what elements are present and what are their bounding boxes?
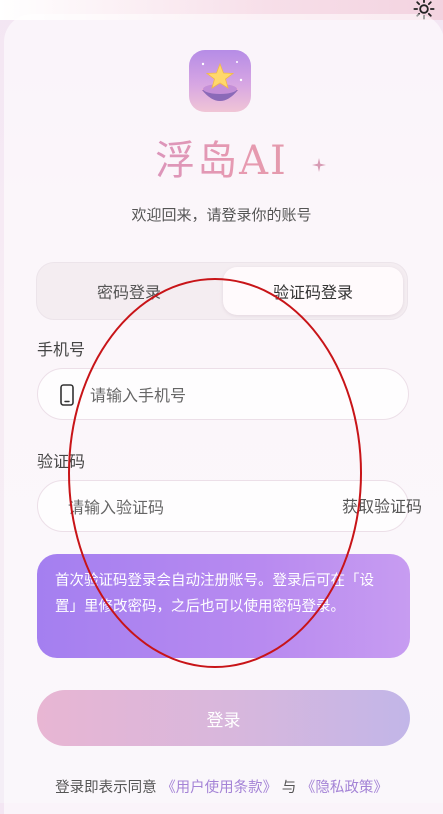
login-mode-tabs: 密码登录 验证码登录 [36,262,408,320]
privacy-link[interactable]: 《隐私政策》 [301,780,388,796]
floating-island-star-logo-icon [201,61,243,101]
code-input[interactable] [66,494,330,520]
tab-password-login[interactable]: 密码登录 [41,267,217,315]
phone-icon [60,384,74,406]
brand-title: 浮岛AI [0,128,443,186]
phone-label: 手机号 [37,340,86,359]
auto-register-notice: 首次验证码登录会自动注册账号。登录后可在「设置」里修改密码，之后也可以使用密码登… [37,554,410,658]
get-code-button[interactable]: 获取验证码 [342,493,422,517]
sparkle-icon [312,158,326,172]
code-label: 验证码 [37,452,86,471]
phone-input[interactable] [88,382,392,408]
tab-code-login[interactable]: 验证码登录 [223,267,403,315]
terms-link[interactable]: 《用户使用条款》 [161,780,277,796]
agreement-prefix: 登录即表示同意 [55,780,157,796]
phone-field [37,368,409,420]
welcome-text: 欢迎回来，请登录你的账号 [131,206,312,224]
agreement-conjunction: 与 [281,780,297,796]
app-logo [189,50,251,112]
agreement-text: 登录即表示同意 《用户使用条款》 与 《隐私政策》 [0,776,443,797]
login-button[interactable]: 登录 [37,690,410,746]
